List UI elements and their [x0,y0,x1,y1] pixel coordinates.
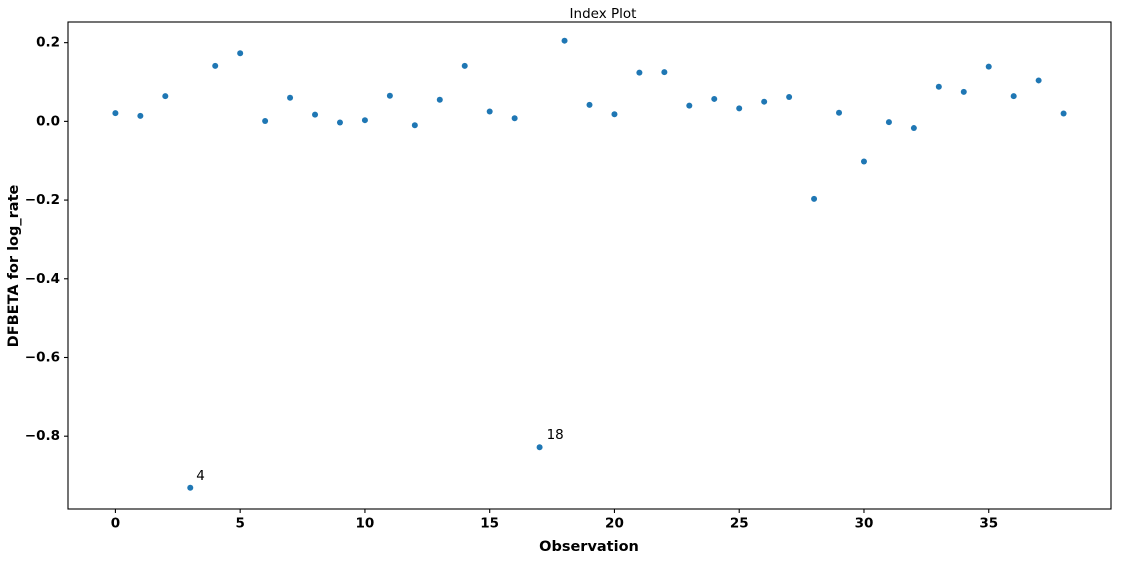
data-point [212,62,219,69]
data-point [486,108,493,115]
data-point [411,122,418,129]
x-tick-label: 30 [855,516,874,532]
x-tick-label: 0 [111,516,120,532]
data-point [162,93,169,100]
data-point [386,92,393,99]
x-tick-label: 25 [730,516,749,532]
point-annotation-label: 4 [196,468,205,484]
data-point [736,105,743,112]
data-point [511,115,518,122]
x-tick-label: 20 [605,516,624,532]
x-tick-label: 10 [356,516,375,532]
data-point [312,111,319,118]
data-point [361,117,368,124]
data-point [1010,93,1017,100]
data-point [711,95,718,102]
data-point [187,484,194,491]
data-point [860,158,867,165]
y-tick-label: 0.0 [36,113,60,129]
data-point [910,125,917,132]
data-point [536,444,543,451]
data-point [1035,77,1042,84]
plot-title: Index Plot [570,6,637,22]
data-point [686,102,693,109]
data-point [287,94,294,101]
data-point [786,93,793,100]
data-point [1060,110,1067,117]
data-point [611,111,618,118]
point-annotation-label: 18 [547,427,564,443]
data-point [561,37,568,44]
y-axis-label: DFBETA for log_rate [6,185,22,348]
y-tick-label: −0.6 [25,349,60,365]
x-axis-label: Observation [539,539,639,555]
x-tick-label: 15 [480,516,499,532]
x-tick-label: 35 [979,516,998,532]
data-point [811,195,818,202]
data-point [935,83,942,90]
y-tick-label: 0.2 [36,35,60,51]
data-point [960,88,967,95]
figure-background [0,0,1138,562]
data-point [661,69,668,76]
data-point [237,50,244,57]
y-tick-label: −0.8 [25,428,60,444]
x-tick-label: 5 [235,516,244,532]
data-point [636,69,643,76]
data-point [461,62,468,69]
data-point [436,96,443,103]
data-point [137,112,144,119]
data-point [336,119,343,126]
y-tick-label: −0.4 [25,271,60,287]
data-point [985,63,992,70]
data-point [112,110,119,117]
data-point [586,101,593,108]
data-point [262,117,269,124]
y-tick-label: −0.2 [25,192,60,208]
data-point [761,98,768,105]
scatter-plot-canvas: Index Plot 0 5 10 15 20 25 30 35 0.2 0.0 −0.2 −0.4… [0,0,1138,562]
data-point [836,109,843,116]
data-point [885,119,892,126]
index-plot-figure: Index Plot 0 5 10 15 20 25 30 35 0.2 0.0 −0.2 −0.4… [0,0,1138,562]
